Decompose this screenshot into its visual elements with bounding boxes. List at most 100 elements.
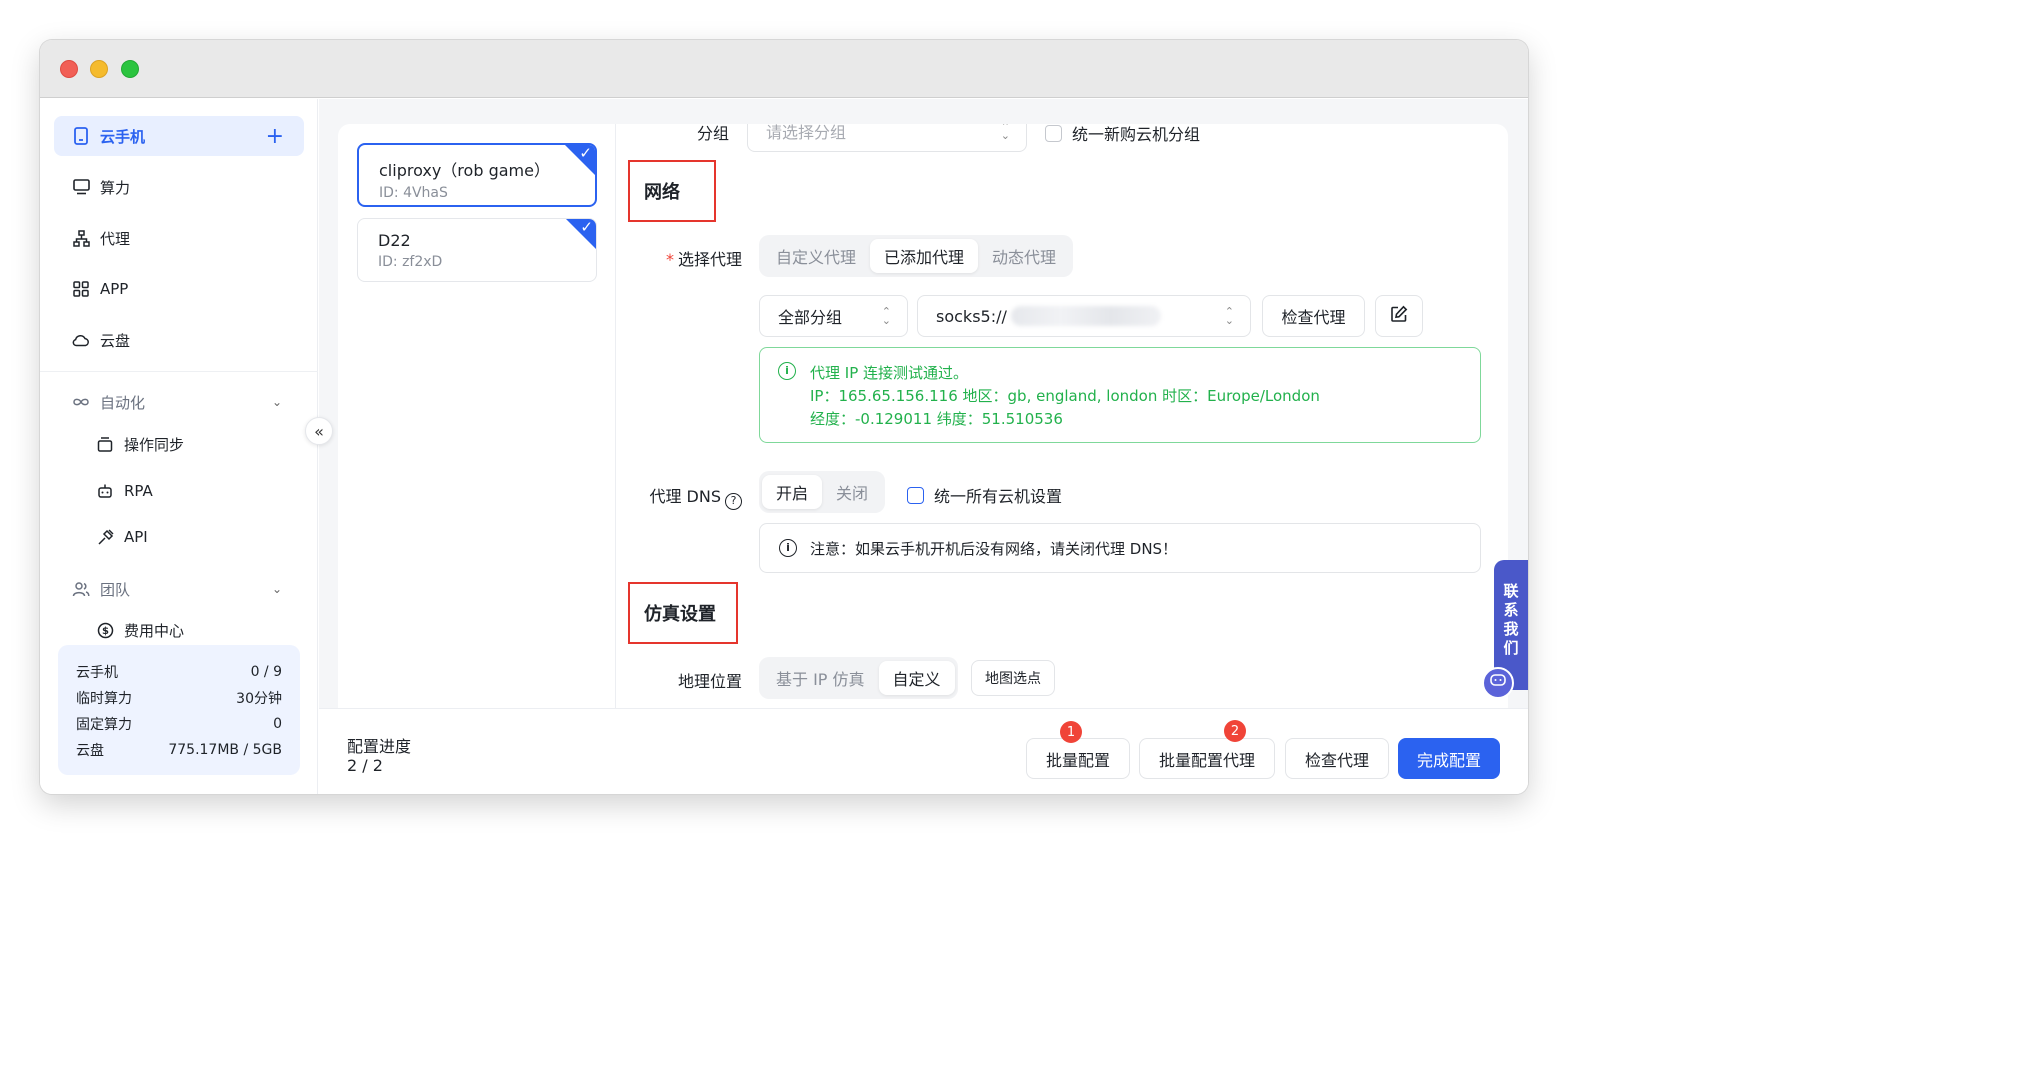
dns-off-option[interactable]: 关闭	[822, 475, 882, 509]
batch-config-button[interactable]: 批量配置	[1026, 738, 1130, 779]
sidebar-group-team[interactable]: 团队 ⌄	[54, 569, 304, 609]
checkbox-box	[1045, 124, 1062, 142]
map-pick-button[interactable]: 地图选点	[971, 660, 1055, 696]
sidebar-item-billing[interactable]: $ 费用中心	[54, 610, 304, 650]
checkbox-box	[907, 486, 924, 504]
dns-note: i 注意：如果云手机开机后没有网络，请关闭代理 DNS！	[759, 523, 1481, 573]
device-id: ID: zf2xD	[378, 254, 443, 270]
title-bar	[40, 40, 1528, 98]
geo-custom-option[interactable]: 自定义	[878, 661, 955, 695]
sidebar-divider	[40, 371, 318, 372]
contact-char: 系	[1503, 601, 1519, 619]
proxy-select[interactable]: socks5:// ⌃ ⌄	[917, 295, 1251, 337]
sidebar-item-label: APP	[100, 280, 129, 298]
unify-all-checkbox[interactable]: 统一所有云机设置	[907, 483, 1062, 507]
maximize-window-button[interactable]	[121, 60, 139, 78]
sidebar-item-cloud-disk[interactable]: 云盘	[54, 320, 304, 360]
chat-button[interactable]	[1482, 667, 1514, 699]
footer-bar: 配置进度 2 / 2 批量配置 批量配置代理 检查代理 完成配置 1 2	[319, 708, 1528, 794]
stat-row: 云手机 0 / 9	[76, 659, 282, 685]
add-phone-icon[interactable]: +	[266, 124, 284, 149]
sidebar-item-label: 云手机	[100, 127, 146, 146]
sidebar-group-label: 自动化	[100, 393, 146, 412]
tab-dynamic-proxy[interactable]: 动态代理	[978, 239, 1070, 273]
batch-proxy-button[interactable]: 批量配置代理	[1139, 738, 1275, 779]
result-line: IP：165.65.156.116 地区：gb, england, london…	[810, 387, 1320, 405]
dns-toggle: 开启 关闭	[759, 471, 886, 513]
device-card[interactable]: D22 ID: zf2xD ✓	[357, 218, 597, 282]
sidebar-item-compute[interactable]: 算力	[54, 167, 304, 207]
chat-icon	[1490, 674, 1506, 692]
finish-config-button[interactable]: 完成配置	[1398, 738, 1500, 779]
stat-value: 30分钟	[236, 691, 282, 707]
select-value: 全部分组	[778, 308, 843, 327]
close-window-button[interactable]	[60, 60, 78, 78]
check-proxy-button[interactable]: 检查代理	[1262, 295, 1365, 337]
network-icon	[72, 229, 90, 247]
geo-label: 地理位置	[677, 672, 742, 691]
select-arrows-icon: ⌃ ⌄	[1000, 124, 1010, 142]
device-name: cliproxy（rob game）	[379, 161, 550, 180]
svg-text:$: $	[102, 626, 109, 637]
config-form: 分组 请选择分组 ⌃ ⌄ 统一新购云机分组 网络 * 选择代理 自定义代理 已添加代…	[617, 124, 1508, 708]
sidebar-item-phone[interactable]: 云手机 +	[54, 116, 304, 156]
stat-label: 云盘	[76, 743, 104, 759]
select-value: socks5://	[936, 306, 1007, 326]
geo-mode-toggle: 基于 IP 仿真 自定义	[759, 657, 958, 699]
check-proxy-footer-button[interactable]: 检查代理	[1285, 738, 1389, 779]
sidebar-item-label: 云盘	[100, 331, 131, 350]
stat-row: 临时算力 30分钟	[76, 685, 282, 711]
minimize-window-button[interactable]	[90, 60, 108, 78]
collapse-sidebar-button[interactable]: «	[305, 417, 333, 445]
chevron-down-icon: ⌄	[271, 582, 282, 596]
device-name: D22	[378, 231, 411, 250]
sidebar-item-label: 算力	[100, 178, 131, 197]
sidebar-item-op-sync[interactable]: 操作同步	[54, 424, 304, 464]
main-area: cliproxy（rob game） ID: 4VhaS ✓ D22 ID: z…	[319, 99, 1528, 794]
edit-icon	[1390, 305, 1408, 327]
sidebar-item-rpa[interactable]: RPA	[54, 471, 304, 511]
dns-label: 代理 DNS?	[637, 483, 742, 510]
stat-label: 固定算力	[76, 717, 132, 733]
sidebar-item-label: 操作同步	[124, 435, 185, 454]
monitor-icon	[72, 178, 90, 196]
sidebar-group-label: 团队	[100, 580, 131, 599]
device-card[interactable]: cliproxy（rob game） ID: 4VhaS ✓	[357, 143, 597, 207]
check-icon: ✓	[579, 144, 592, 162]
group-placeholder: 请选择分组	[766, 124, 847, 142]
step-badge: 1	[1060, 721, 1082, 743]
dns-on-option[interactable]: 开启	[762, 475, 823, 509]
app-window: 云手机 + 算力 代理 APP 云盘 自动化 ⌄ 操作同步 RPA API 团队…	[40, 40, 1528, 794]
stat-label: 临时算力	[76, 691, 132, 707]
grid-icon	[72, 280, 90, 298]
unify-group-checkbox[interactable]: 统一新购云机分组	[1045, 124, 1200, 145]
sync-icon	[96, 435, 114, 453]
simulation-section-title: 仿真设置	[628, 582, 738, 644]
step-badge: 2	[1224, 720, 1246, 742]
sidebar-item-api[interactable]: API	[54, 517, 304, 557]
help-icon[interactable]: ?	[725, 493, 742, 510]
sidebar-item-app[interactable]: APP	[54, 269, 304, 309]
robot-icon	[96, 482, 114, 500]
phone-icon	[72, 127, 90, 145]
progress-value: 2 / 2	[347, 756, 383, 775]
edit-proxy-button[interactable]	[1375, 295, 1423, 337]
stat-row: 固定算力 0	[76, 711, 282, 737]
sidebar-group-automation[interactable]: 自动化 ⌄	[54, 382, 304, 422]
contact-char: 联	[1503, 582, 1519, 600]
proxy-group-select[interactable]: 全部分组 ⌃ ⌄	[759, 295, 908, 337]
group-select[interactable]: 请选择分组 ⌃ ⌄	[747, 124, 1027, 152]
geo-ip-option[interactable]: 基于 IP 仿真	[762, 661, 879, 695]
stat-value: 0	[273, 716, 282, 732]
device-id: ID: 4VhaS	[379, 185, 448, 201]
chevron-down-icon: ⌄	[271, 395, 282, 409]
tab-custom-proxy[interactable]: 自定义代理	[762, 239, 870, 273]
contact-char: 们	[1503, 639, 1519, 657]
checkbox-label: 统一所有云机设置	[934, 487, 1063, 506]
tab-added-proxy[interactable]: 已添加代理	[870, 239, 979, 273]
info-icon: i	[779, 539, 797, 557]
select-proxy-label: * 选择代理	[665, 250, 742, 269]
sidebar-item-proxy[interactable]: 代理	[54, 218, 304, 258]
sidebar-item-label: 费用中心	[124, 621, 185, 640]
usage-stats-card: 云手机 0 / 9 临时算力 30分钟 固定算力 0 云盘 775.17MB / 5GB	[58, 645, 300, 775]
